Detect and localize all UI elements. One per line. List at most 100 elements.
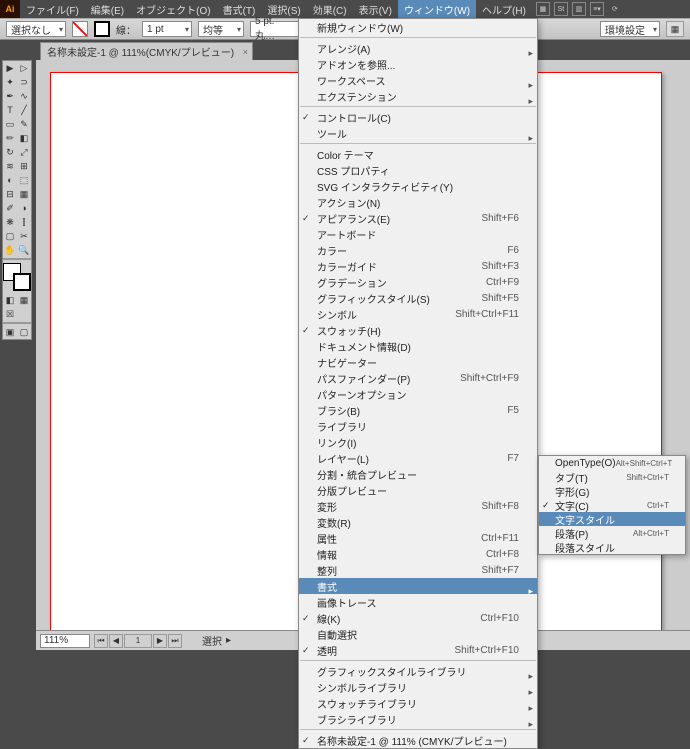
next-icon[interactable]: ▶: [153, 634, 167, 648]
menu-表示(V)[interactable]: 表示(V): [353, 0, 398, 18]
menuitem[interactable]: グラフィックスタイルライブラリ: [299, 663, 537, 679]
menuitem[interactable]: スウォッチライブラリ: [299, 695, 537, 711]
document-tab[interactable]: 名称未設定-1 @ 111%(CMYK/プレビュー) ×: [40, 42, 253, 60]
menuitem[interactable]: 分割・統合プレビュー: [299, 466, 537, 482]
panel-icon[interactable]: ⟳: [608, 2, 622, 16]
screen-mode-icon[interactable]: ▢: [17, 325, 31, 339]
menuitem[interactable]: 情報Ctrl+F8: [299, 546, 537, 562]
menuitem[interactable]: エクステンション: [299, 88, 537, 104]
rotate-tool[interactable]: ↻: [3, 145, 17, 159]
selection-status[interactable]: 選択なし: [6, 21, 66, 37]
zoom-tool[interactable]: 🔍: [17, 243, 31, 257]
menuitem[interactable]: アドオンを参照...: [299, 56, 537, 72]
submenu-item[interactable]: 文字スタイル: [539, 512, 685, 526]
menuitem[interactable]: パスファインダー(P)Shift+Ctrl+F9: [299, 370, 537, 386]
menu-オブジェクト(O)[interactable]: オブジェクト(O): [130, 0, 216, 18]
menu-ファイル(F)[interactable]: ファイル(F): [20, 0, 85, 18]
menuitem[interactable]: ナビゲーター: [299, 354, 537, 370]
curvature-tool[interactable]: ∿: [17, 89, 31, 103]
graph-tool[interactable]: ⫿: [17, 215, 31, 229]
panel-toggle-icon[interactable]: ▦: [666, 21, 684, 37]
panel-icon[interactable]: ▦: [536, 2, 550, 16]
prev-icon[interactable]: ◀: [109, 634, 123, 648]
scale-tool[interactable]: ⤢: [17, 145, 31, 159]
last-icon[interactable]: ⏭: [168, 634, 182, 648]
stroke-swatch[interactable]: [94, 21, 110, 37]
submenu-item[interactable]: タブ(T)Shift+Ctrl+T: [539, 470, 685, 484]
gradient-tool[interactable]: ▦: [17, 187, 31, 201]
menuitem[interactable]: ✓透明Shift+Ctrl+F10: [299, 642, 537, 658]
menuitem[interactable]: 自動選択: [299, 626, 537, 642]
menuitem[interactable]: ✓線(K)Ctrl+F10: [299, 610, 537, 626]
paintbrush-tool[interactable]: ✎: [17, 117, 31, 131]
menu-ヘルプ(H)[interactable]: ヘルプ(H): [476, 0, 532, 18]
screen-mode-icon[interactable]: ▣: [3, 325, 17, 339]
menu-効果(C)[interactable]: 効果(C): [307, 0, 353, 18]
submenu-item[interactable]: 段落スタイル: [539, 540, 685, 554]
submenu-item[interactable]: OpenType(O)Alt+Shift+Ctrl+T: [539, 456, 685, 470]
selection-tool[interactable]: ▶: [3, 61, 17, 75]
stroke-profile[interactable]: 均等: [198, 21, 244, 37]
menuitem[interactable]: ブラシライブラリ: [299, 711, 537, 727]
fill-swatch[interactable]: [72, 21, 88, 37]
first-icon[interactable]: ⏮: [94, 634, 108, 648]
menuitem[interactable]: 属性Ctrl+F11: [299, 530, 537, 546]
chevron-right-icon[interactable]: ▸: [226, 635, 231, 646]
menuitem[interactable]: グラフィックスタイル(S)Shift+F5: [299, 290, 537, 306]
lasso-tool[interactable]: ⊃: [17, 75, 31, 89]
menuitem[interactable]: シンボルShift+Ctrl+F11: [299, 306, 537, 322]
fill-stroke-indicator[interactable]: [3, 263, 31, 291]
menuitem[interactable]: ✓アピアランス(E)Shift+F6: [299, 210, 537, 226]
menuitem[interactable]: パターンオプション: [299, 386, 537, 402]
menuitem[interactable]: CSS プロパティ: [299, 162, 537, 178]
rectangle-tool[interactable]: ▭: [3, 117, 17, 131]
pen-tool[interactable]: ✒: [3, 89, 17, 103]
direct-select-tool[interactable]: ▷: [17, 61, 31, 75]
type-tool[interactable]: T: [3, 103, 17, 117]
menuitem[interactable]: ツール: [299, 125, 537, 141]
menuitem[interactable]: 整列Shift+F7: [299, 562, 537, 578]
preferences-button[interactable]: 環境設定: [600, 21, 660, 37]
panel-icon[interactable]: ≡▾: [590, 2, 604, 16]
slice-tool[interactable]: ✂: [17, 229, 31, 243]
submenu-item[interactable]: ✓文字(C)Ctrl+T: [539, 498, 685, 512]
shape-builder-tool[interactable]: ◐: [3, 173, 17, 187]
menuitem[interactable]: アートボード: [299, 226, 537, 242]
menuitem[interactable]: 変数(R): [299, 514, 537, 530]
pencil-tool[interactable]: ✏: [3, 131, 17, 145]
artboard-number[interactable]: 1: [124, 634, 152, 648]
panel-icon[interactable]: St: [554, 2, 568, 16]
menuitem[interactable]: ブラシ(B)F5: [299, 402, 537, 418]
menuitem[interactable]: ドキュメント情報(D): [299, 338, 537, 354]
submenu-item[interactable]: 字形(G): [539, 484, 685, 498]
close-icon[interactable]: ×: [243, 47, 248, 57]
menuitem[interactable]: ✓名称未設定-1 @ 111% (CMYK/プレビュー): [299, 732, 537, 748]
menuitem[interactable]: アレンジ(A): [299, 40, 537, 56]
menuitem[interactable]: Color テーマ: [299, 146, 537, 162]
menuitem[interactable]: 画像トレース: [299, 594, 537, 610]
menuitem[interactable]: カラーF6: [299, 242, 537, 258]
menuitem[interactable]: グラデーションCtrl+F9: [299, 274, 537, 290]
menuitem[interactable]: 分版プレビュー: [299, 482, 537, 498]
menu-ウィンドウ(W)[interactable]: ウィンドウ(W): [398, 0, 476, 18]
hand-tool[interactable]: ✋: [3, 243, 17, 257]
gradient-mode-icon[interactable]: ▦: [17, 293, 31, 307]
free-transform-tool[interactable]: ⊞: [17, 159, 31, 173]
perspective-tool[interactable]: ⬚: [17, 173, 31, 187]
menuitem[interactable]: リンク(I): [299, 434, 537, 450]
menu-編集(E)[interactable]: 編集(E): [85, 0, 130, 18]
menuitem[interactable]: 書式: [299, 578, 537, 594]
menuitem[interactable]: ライブラリ: [299, 418, 537, 434]
mesh-tool[interactable]: ⊟: [3, 187, 17, 201]
color-mode-icon[interactable]: ◧: [3, 293, 17, 307]
magic-wand-tool[interactable]: ✦: [3, 75, 17, 89]
line-tool[interactable]: ╱: [17, 103, 31, 117]
menuitem[interactable]: アクション(N): [299, 194, 537, 210]
menuitem[interactable]: シンボルライブラリ: [299, 679, 537, 695]
zoom-input[interactable]: 111%: [40, 634, 90, 648]
eraser-tool[interactable]: ◧: [17, 131, 31, 145]
menuitem[interactable]: SVG インタラクティビティ(Y): [299, 178, 537, 194]
menuitem[interactable]: 変形Shift+F8: [299, 498, 537, 514]
blend-tool[interactable]: ◑: [17, 201, 31, 215]
eyedropper-tool[interactable]: ✐: [3, 201, 17, 215]
